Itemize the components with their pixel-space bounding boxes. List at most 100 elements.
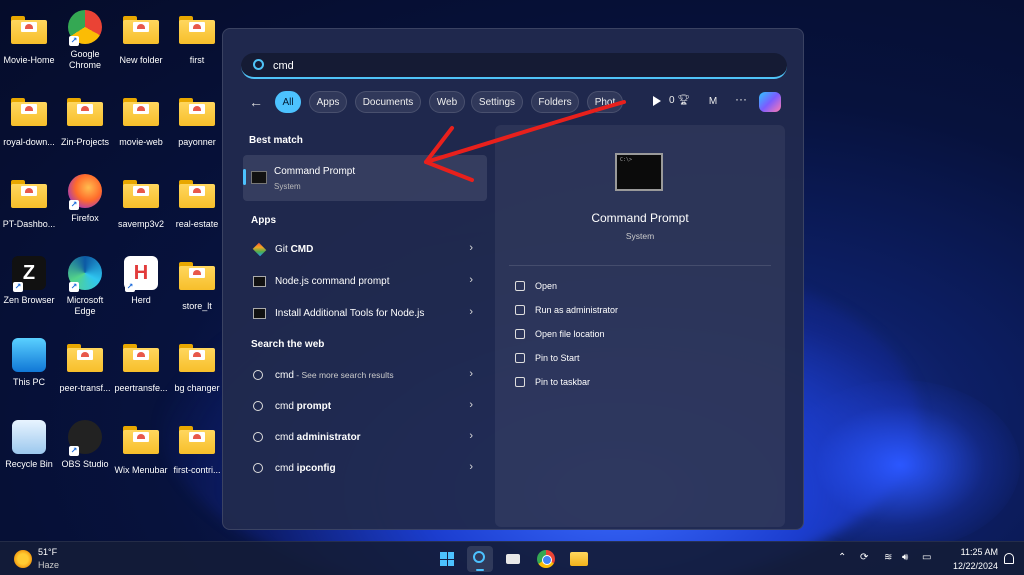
desktop-icon[interactable]: Recycle Bin xyxy=(0,420,58,470)
taskbar-search-button[interactable] xyxy=(467,546,493,572)
desktop-icon[interactable]: payonner xyxy=(168,92,226,148)
app-item-nodejs-command-prompt[interactable]: Node.js command prompt › xyxy=(243,268,487,296)
chevron-right-icon[interactable]: › xyxy=(469,368,473,380)
task-view-button[interactable] xyxy=(500,546,526,572)
folder-icon xyxy=(11,16,47,52)
action-open-file-location[interactable]: Open file location xyxy=(513,325,763,345)
desktop-icon-label: first-contri... xyxy=(173,465,221,475)
preview-title: Command Prompt xyxy=(591,211,689,225)
web-item-cmd[interactable]: cmd - See more search results › xyxy=(243,362,487,390)
desktop-icon[interactable]: Wix Menubar xyxy=(112,420,170,476)
desktop-icon[interactable]: movie-web xyxy=(112,92,170,148)
desktop-icon[interactable]: This PC xyxy=(0,338,58,388)
best-match-command-prompt[interactable]: Command Prompt System xyxy=(243,155,487,201)
chevron-right-icon[interactable]: › xyxy=(469,274,473,286)
weather-description[interactable]: Haze xyxy=(38,560,59,570)
volume-icon[interactable]: 🔊︎ xyxy=(902,552,908,563)
app-item-label: Install Additional Tools for Node.js xyxy=(275,308,425,319)
desktop-icon[interactable]: New folder xyxy=(112,10,170,66)
desktop-icon[interactable]: Z ↗ Zen Browser xyxy=(0,256,58,306)
desktop-icon[interactable]: store_lt xyxy=(168,256,226,312)
battery-icon[interactable]: ▭ xyxy=(922,552,931,563)
desktop-icon-label: store_lt xyxy=(182,301,212,311)
chevron-right-icon[interactable]: › xyxy=(469,461,473,473)
notification-bell-icon[interactable] xyxy=(1004,553,1014,564)
search-input[interactable] xyxy=(273,57,763,75)
action-open[interactable]: Open xyxy=(513,277,763,297)
chevron-right-icon[interactable]: › xyxy=(469,242,473,254)
command-prompt-icon xyxy=(251,171,267,184)
desktop-icon[interactable]: real-estate xyxy=(168,174,226,230)
chevron-right-icon[interactable]: › xyxy=(469,306,473,318)
web-item-cmd-ipconfig[interactable]: cmd ipconfig › xyxy=(243,455,487,483)
preview-subtitle: System xyxy=(625,231,655,241)
desktop-icon[interactable]: first-contri... xyxy=(168,420,226,476)
search-icon xyxy=(253,463,263,473)
clock-date[interactable]: 12/22/2024 xyxy=(944,561,998,571)
filter-chip-documents[interactable]: Documents xyxy=(355,91,421,113)
action-run-as-administrator[interactable]: Run as administrator xyxy=(513,301,763,321)
taskbar-file-explorer[interactable] xyxy=(566,546,592,572)
desktop-icon[interactable]: royal-down... xyxy=(0,92,58,148)
terminal-icon xyxy=(253,308,266,319)
filter-chip-settings[interactable]: Settings xyxy=(471,91,523,113)
desktop-icon[interactable]: ↗ Google Chrome xyxy=(56,10,114,71)
taskbar-chrome[interactable] xyxy=(533,546,559,572)
desktop-icon[interactable]: Movie-Home xyxy=(0,10,58,66)
chevron-right-icon[interactable]: › xyxy=(469,430,473,442)
back-arrow-icon[interactable]: ← xyxy=(249,94,265,110)
filter-chip-all[interactable]: All xyxy=(275,91,301,113)
weather-temperature[interactable]: 51°F xyxy=(38,547,57,557)
search-box[interactable] xyxy=(241,53,787,79)
web-item-cmd-administrator[interactable]: cmd administrator › xyxy=(243,424,487,452)
desktop-icon[interactable]: ↗ Microsoft Edge xyxy=(56,256,114,317)
action-pin-to-taskbar[interactable]: Pin to taskbar xyxy=(513,373,763,393)
filter-chip-apps[interactable]: Apps xyxy=(309,91,347,113)
desktop-icon[interactable]: H ↗ Herd xyxy=(112,256,170,306)
desktop-icon[interactable]: bg changer xyxy=(168,338,226,394)
chevron-right-icon[interactable]: › xyxy=(469,399,473,411)
desktop-icon[interactable]: peer-transf... xyxy=(56,338,114,394)
firefox-icon: ↗ xyxy=(67,174,103,210)
obs-icon: ↗ xyxy=(67,420,103,456)
app-item-git-cmd[interactable]: Git CMD › xyxy=(243,236,487,264)
search-icon xyxy=(473,551,485,563)
desktop-icon[interactable]: ↗ OBS Studio xyxy=(56,420,114,470)
desktop-icon-label: bg changer xyxy=(174,383,220,393)
desktop-icon[interactable]: first xyxy=(168,10,226,66)
filter-chip-web[interactable]: Web xyxy=(429,91,465,113)
show-hidden-icons-icon[interactable]: ⌃ xyxy=(838,552,846,563)
clock-time[interactable]: 11:25 AM xyxy=(952,547,998,557)
rewards-points[interactable]: 0 🏆︎ xyxy=(669,95,690,106)
folder-icon xyxy=(179,180,215,216)
taskbar: 51°F Haze ⌃ ⟳ ≋ 🔊︎ ▭ 11:25 AM 12/22/2024 xyxy=(0,541,1024,575)
scroll-filters-icon[interactable] xyxy=(653,96,661,106)
desktop-icon[interactable]: Zin-Projects xyxy=(56,92,114,148)
points-value: 0 xyxy=(669,95,675,106)
start-button[interactable] xyxy=(434,546,460,572)
desktop-icon[interactable]: peertransfe... xyxy=(112,338,170,394)
filter-chip-photos[interactable]: Phot xyxy=(587,91,623,113)
desktop-icon-label: This PC xyxy=(12,377,45,387)
desktop-icon-label: Movie-Home xyxy=(3,55,55,65)
action-pin-to-start[interactable]: Pin to Start xyxy=(513,349,763,369)
search-icon xyxy=(253,432,263,442)
search-web-heading: Search the web xyxy=(251,339,325,350)
avatar[interactable]: M xyxy=(703,92,723,112)
desktop-icon[interactable]: savemp3v2 xyxy=(112,174,170,230)
weather-sun-icon[interactable] xyxy=(14,550,32,568)
desktop-icon[interactable]: ↗ Firefox xyxy=(56,174,114,224)
app-item-install-tools-nodejs[interactable]: Install Additional Tools for Node.js › xyxy=(243,300,487,328)
more-options-icon[interactable]: ··· xyxy=(735,92,747,106)
web-item-cmd-prompt[interactable]: cmd prompt › xyxy=(243,393,487,421)
sync-icon[interactable]: ⟳ xyxy=(860,552,868,563)
desktop-icon-label: Zen Browser xyxy=(3,295,55,305)
terminal-icon xyxy=(253,276,266,287)
desktop-icon-label: peer-transf... xyxy=(59,383,111,393)
desktop-icon-label: Firefox xyxy=(71,213,99,223)
desktop-icon[interactable]: PT-Dashbo... xyxy=(0,174,58,230)
filter-chip-folders[interactable]: Folders xyxy=(531,91,579,113)
copilot-icon[interactable] xyxy=(759,92,781,112)
trophy-icon: 🏆︎ xyxy=(677,95,691,106)
wifi-icon[interactable]: ≋ xyxy=(884,552,892,563)
